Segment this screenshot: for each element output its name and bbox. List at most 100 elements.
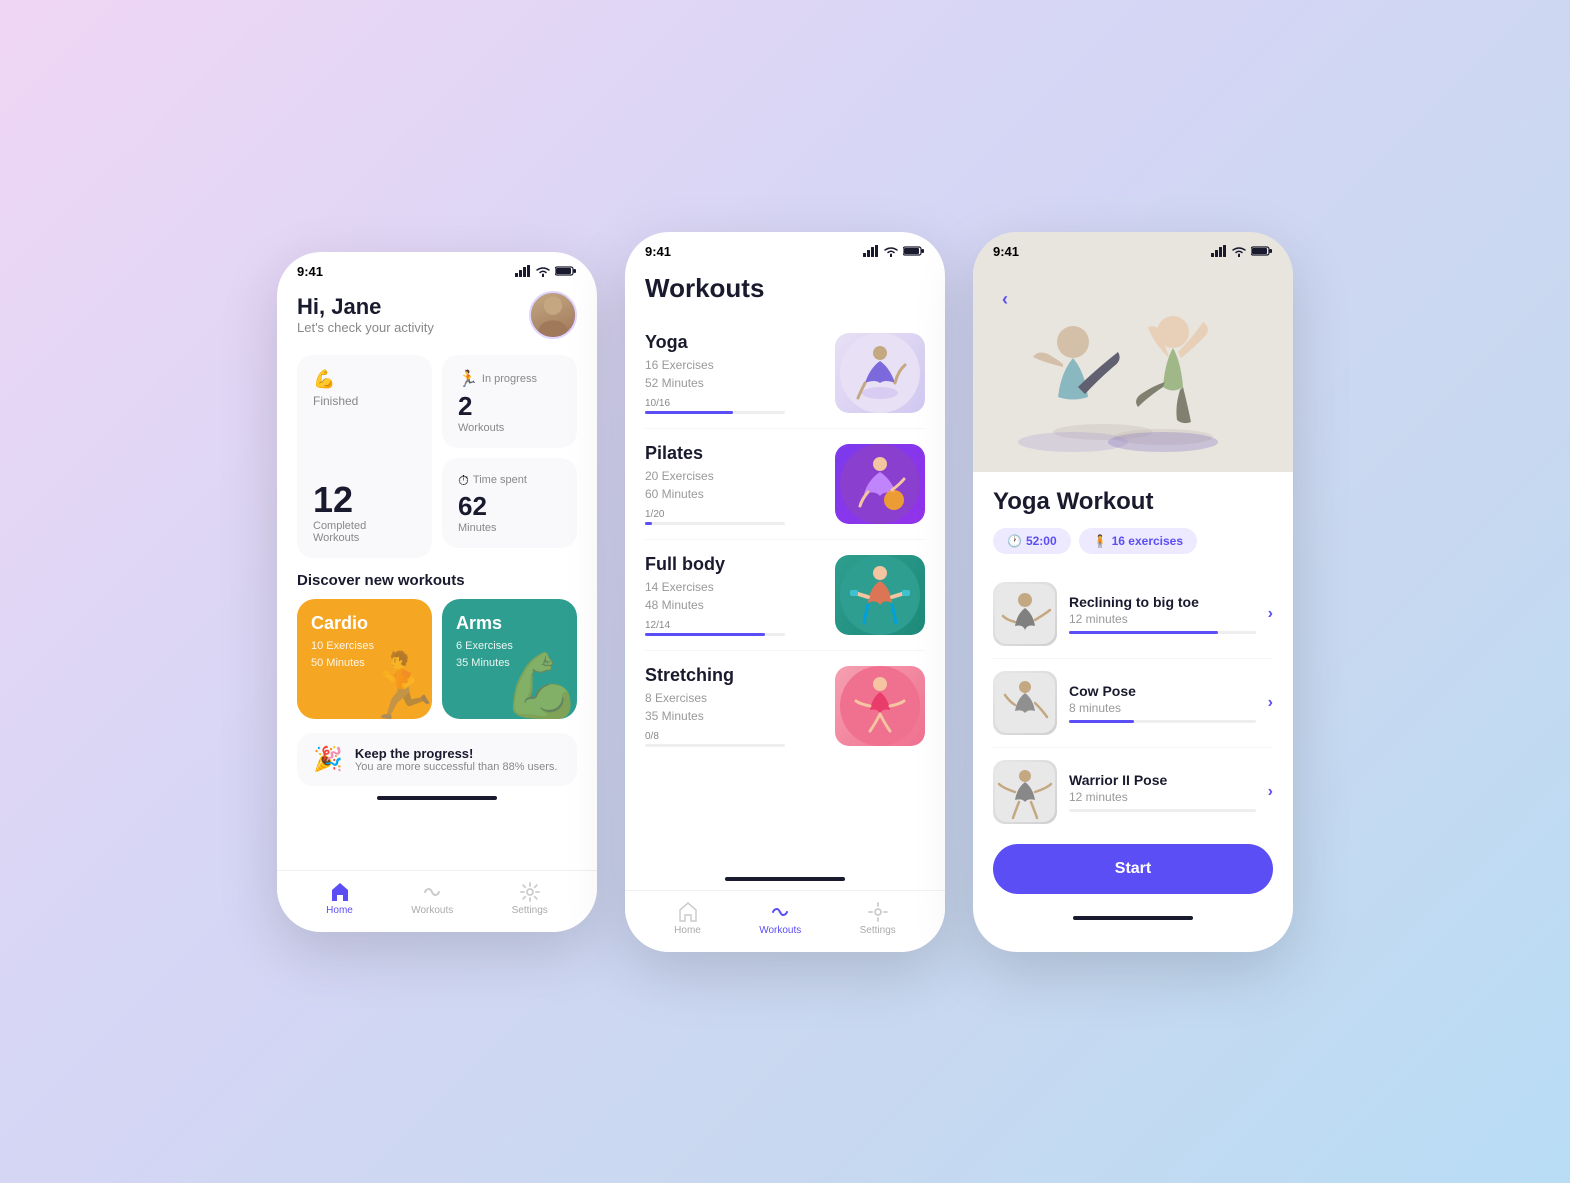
time-badge: 🕐 52:00 [993,528,1071,554]
exercise-progress-1 [1069,631,1256,634]
workout-item-stretching[interactable]: Stretching 8 Exercises35 Minutes 0/8 [645,651,925,761]
exercise-item-3[interactable]: Warrior II Pose 12 minutes › [993,748,1273,836]
progress-wrap-stretching: 0/8 [645,731,785,747]
time-spent-label: Time spent [473,474,527,486]
finished-card: 💪 Finished 12 Completed Workouts [297,355,432,558]
greeting-name: Hi, Jane [297,294,434,320]
finished-label: Finished [313,394,416,408]
status-bar-1: 9:41 [277,252,597,283]
status-time-1: 9:41 [297,264,323,279]
phone-workouts: 9:41 Workouts Yoga [625,232,945,952]
workout-details-fullbody: 14 Exercises48 Minutes [645,578,785,614]
badge-time: 52:00 [1026,534,1057,548]
in-progress-count: 2 [458,391,561,422]
thumb-pilates [835,444,925,524]
workout-item-pilates[interactable]: Pilates 20 Exercises60 Minutes 1/20 [645,429,925,540]
workout-name-pilates: Pilates [645,443,785,464]
chevron-3[interactable]: › [1268,783,1273,801]
finished-label-row: 💪 Finished [313,369,416,408]
workout-info-fullbody: Full body 14 Exercises48 Minutes 12/14 [645,554,785,636]
exercise-info-2: Cow Pose 8 minutes [1069,683,1256,723]
arms-icon: 💪 [502,649,577,719]
exercise-progress-2 [1069,720,1256,723]
nav-workouts-1[interactable]: Workouts [411,881,453,916]
exercise-info-1: Reclining to big toe 12 minutes [1069,594,1256,634]
arms-title: Arms [456,613,563,634]
bottom-nav-2: Home Workouts Settings [625,890,945,952]
start-button[interactable]: Start [993,844,1273,894]
finished-number: 12 Completed Workouts [313,480,416,544]
battery-icon-3 [1251,245,1273,257]
right-stats: 🏃 In progress 2 Workouts ⏱ Time spent 62… [442,355,577,548]
progress-track-fullbody [645,633,785,636]
yoga-badges: 🕐 52:00 🧍 16 exercises [993,528,1273,554]
in-progress-label: In progress [482,373,537,385]
status-icons-1 [515,265,577,277]
nav-home-2[interactable]: Home [674,901,701,936]
badge-exercises: 16 exercises [1112,534,1183,548]
time-spent-card: ⏱ Time spent 62 Minutes [442,458,577,548]
progress-banner: 🎉 Keep the progress! You are more succes… [297,733,577,786]
cardio-icon: 🏃 [362,649,432,719]
progress-wrap-fullbody: 12/14 [645,620,785,636]
nav-workouts-2[interactable]: Workouts [759,901,801,936]
yoga-hero-container: 9:41 [973,232,1293,472]
time-spent-count: 62 [458,491,561,522]
workout-cards: Cardio 10 Exercises 50 Minutes 🏃 Arms 6 … [297,599,577,719]
exercise-thumb-1 [993,582,1057,646]
in-progress-card: 🏃 In progress 2 Workouts [442,355,577,448]
exercise-item-1[interactable]: Reclining to big toe 12 minutes › [993,570,1273,659]
status-icons-2 [863,245,925,257]
stats-grid: 💪 Finished 12 Completed Workouts 🏃 In pr… [297,355,577,558]
battery-icon [555,265,577,277]
yoga-workout-title: Yoga Workout [993,488,1273,516]
nav-settings-1[interactable]: Settings [512,881,548,916]
exercise-thumb-3 [993,760,1057,824]
status-bar-2: 9:41 [625,232,945,263]
avatar [529,291,577,339]
signal-icon-3 [1211,245,1227,257]
thumb-fullbody [835,555,925,635]
arms-card[interactable]: Arms 6 Exercises 35 Minutes 💪 [442,599,577,719]
workout-details-pilates: 20 Exercises60 Minutes [645,467,785,503]
wifi-icon-2 [883,245,899,257]
home-icon-2 [677,901,699,923]
greeting-sub: Let's check your activity [297,320,434,335]
exercise-progress-fill-1 [1069,631,1218,634]
workout-item-yoga[interactable]: Yoga 16 Exercises52 Minutes 10/16 [645,318,925,429]
banner-text: Keep the progress! You are more successf… [355,746,558,773]
banner-title: Keep the progress! [355,746,558,761]
time-spent-row: ⏱ Time spent [458,472,561,489]
cardio-card[interactable]: Cardio 10 Exercises 50 Minutes 🏃 [297,599,432,719]
workouts-title: Workouts [645,263,925,318]
nav-home-1[interactable]: Home [326,881,353,916]
avatar-image [531,293,575,337]
home-indicator-1 [377,796,497,800]
home-indicator-3 [1073,916,1193,920]
nav-home-label-2: Home [674,925,701,936]
home-icon-1 [329,881,351,903]
banner-sub: You are more successful than 88% users. [355,761,558,773]
back-button[interactable]: ‹ [989,284,1021,316]
finished-sub-1: Completed [313,520,366,532]
chevron-1[interactable]: › [1268,605,1273,623]
home-header: Hi, Jane Let's check your activity [297,291,577,339]
clock-icon: 🕐 [1007,534,1022,548]
phone-home: 9:41 Hi, Jane Let's che [277,252,597,932]
chevron-2[interactable]: › [1268,694,1273,712]
workout-details-stretching: 8 Exercises35 Minutes [645,689,785,725]
yoga-detail-content: Yoga Workout 🕐 52:00 🧍 16 exercises [973,472,1293,910]
discover-title: Discover new workouts [297,572,577,589]
exercise-item-2[interactable]: Cow Pose 8 minutes › [993,659,1273,748]
home-indicator-2 [725,877,845,881]
signal-icon-2 [863,245,879,257]
nav-settings-2[interactable]: Settings [860,901,896,936]
exercise-duration-3: 12 minutes [1069,790,1256,804]
workout-name-fullbody: Full body [645,554,785,575]
progress-wrap-pilates: 1/20 [645,509,785,525]
status-time-2: 9:41 [645,244,671,259]
settings-icon-2 [867,901,889,923]
exercise-thumb-2 [993,671,1057,735]
workout-info-stretching: Stretching 8 Exercises35 Minutes 0/8 [645,665,785,747]
workout-item-fullbody[interactable]: Full body 14 Exercises48 Minutes 12/14 [645,540,925,651]
